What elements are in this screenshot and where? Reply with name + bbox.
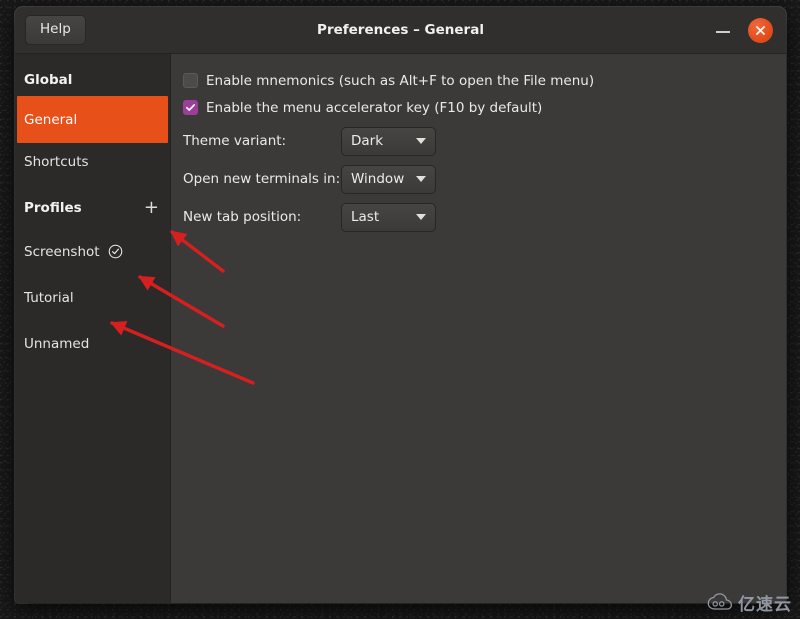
sidebar-section-profiles-label: Profiles xyxy=(24,200,82,216)
close-button[interactable] xyxy=(748,17,773,43)
setting-row-mnemonics: Enable mnemonics (such as Alt+F to open … xyxy=(183,68,786,93)
setting-row-theme-variant: Theme variant: Dark xyxy=(183,122,786,160)
enable-mnemonics-label: Enable mnemonics (such as Alt+F to open … xyxy=(206,72,595,89)
sidebar: Global General Shortcuts Profiles + Scre… xyxy=(15,54,171,603)
theme-variant-label: Theme variant: xyxy=(183,133,287,149)
setting-row-menu-accelerator: Enable the menu accelerator key (F10 by … xyxy=(183,95,786,120)
sidebar-item-screenshot-label: Screenshot xyxy=(24,243,100,260)
open-new-terminals-label: Open new terminals in: xyxy=(183,171,341,187)
cloud-logo-icon xyxy=(707,593,733,610)
minimize-icon[interactable] xyxy=(712,19,734,41)
window-title: Preferences – General xyxy=(317,22,484,38)
sidebar-section-global-label: Global xyxy=(24,72,73,88)
window-titlebar: Help Preferences – General xyxy=(15,7,786,54)
check-circle-icon xyxy=(108,244,123,259)
open-new-terminals-value: Window xyxy=(351,171,405,187)
checkmark-icon xyxy=(185,104,196,111)
enable-mnemonics-checkbox[interactable] xyxy=(183,73,198,88)
sidebar-item-shortcuts-label: Shortcuts xyxy=(24,153,89,170)
setting-row-new-tab-position: New tab position: Last xyxy=(183,198,786,236)
preferences-window: Help Preferences – General Global Genera… xyxy=(15,7,786,603)
sidebar-item-general[interactable]: General xyxy=(17,96,168,143)
chevron-down-icon xyxy=(416,214,426,220)
enable-menu-accelerator-label: Enable the menu accelerator key (F10 by … xyxy=(206,99,543,116)
setting-row-open-new-terminals: Open new terminals in: Window xyxy=(183,160,786,198)
sidebar-item-screenshot[interactable]: Screenshot xyxy=(15,233,170,270)
watermark-text: 亿速云 xyxy=(738,595,792,615)
sidebar-item-tutorial-label: Tutorial xyxy=(24,289,74,306)
sidebar-section-global: Global xyxy=(15,64,170,96)
sidebar-item-general-label: General xyxy=(24,111,78,128)
general-settings-pane: Enable mnemonics (such as Alt+F to open … xyxy=(171,54,786,603)
chevron-down-icon xyxy=(416,138,426,144)
theme-variant-dropdown[interactable]: Dark xyxy=(341,126,436,156)
sidebar-item-shortcuts[interactable]: Shortcuts xyxy=(15,143,170,180)
sidebar-item-unnamed-label: Unnamed xyxy=(24,335,90,352)
window-controls xyxy=(712,17,786,43)
sidebar-item-unnamed[interactable]: Unnamed xyxy=(15,325,170,362)
chevron-down-icon xyxy=(416,176,426,182)
new-tab-position-value: Last xyxy=(351,209,380,225)
sidebar-section-profiles: Profiles + xyxy=(15,192,170,224)
close-icon xyxy=(756,25,765,35)
new-tab-position-label: New tab position: xyxy=(183,209,302,225)
new-tab-position-dropdown[interactable]: Last xyxy=(341,202,436,232)
plus-icon[interactable]: + xyxy=(144,199,170,217)
enable-menu-accelerator-checkbox[interactable] xyxy=(183,100,198,115)
window-body: Global General Shortcuts Profiles + Scre… xyxy=(15,54,786,603)
watermark: 亿速云 xyxy=(707,590,792,615)
sidebar-item-tutorial[interactable]: Tutorial xyxy=(15,279,170,316)
help-button[interactable]: Help xyxy=(25,15,86,45)
open-new-terminals-dropdown[interactable]: Window xyxy=(341,164,436,194)
theme-variant-value: Dark xyxy=(351,133,384,149)
